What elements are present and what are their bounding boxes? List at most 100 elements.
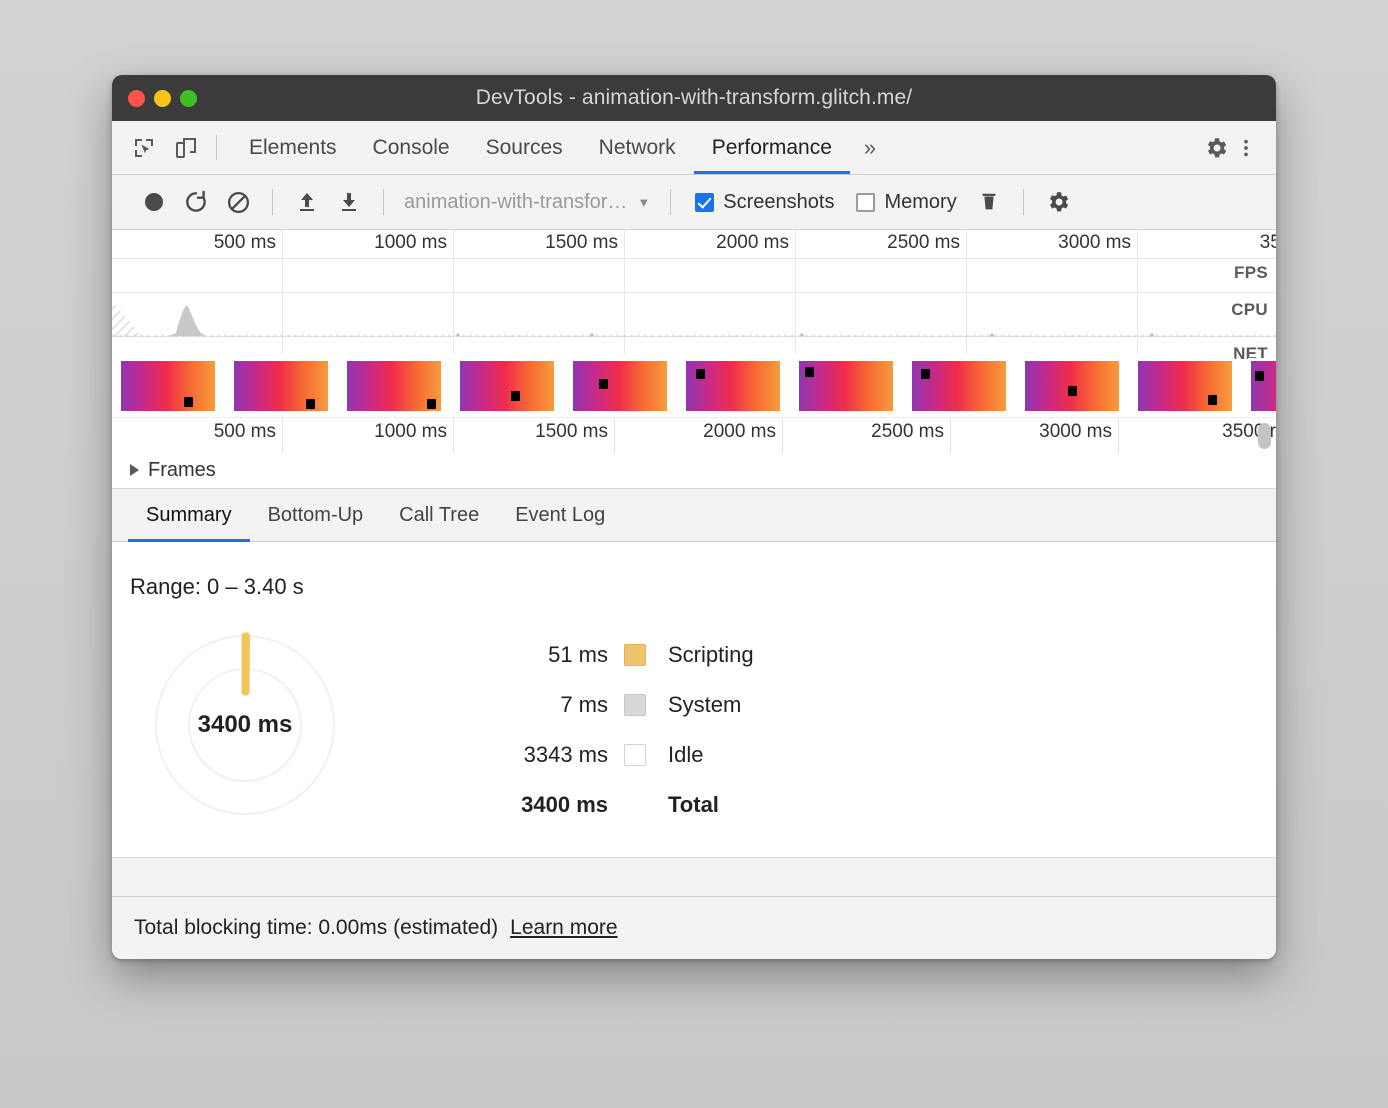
legend-swatch-idle: [624, 744, 646, 766]
summary-content: 3400 ms 51 ms Scripting 7 ms System 3343…: [112, 614, 1276, 836]
trash-icon[interactable]: [969, 182, 1009, 222]
legend-row-system[interactable]: 7 ms System: [468, 680, 754, 730]
frames-expander-icon[interactable]: [130, 464, 139, 476]
frames-track[interactable]: Frames: [112, 452, 1276, 489]
devtools-tabs: Elements Console Sources Network Perform…: [231, 121, 890, 174]
legend-row-idle[interactable]: 3343 ms Idle: [468, 730, 754, 780]
overview-tick-1500: 1500 ms: [545, 232, 624, 254]
minimize-window-button[interactable]: [154, 90, 171, 107]
tabbar-left-icons: [112, 121, 208, 174]
cpu-usage-graph: [112, 259, 1276, 355]
tab-elements[interactable]: Elements: [231, 121, 355, 174]
screenshots-checkbox[interactable]: Screenshots: [685, 191, 844, 214]
filmstrip-frame[interactable]: [231, 358, 331, 414]
footer-spacer: [112, 857, 1276, 896]
filmstrip-frame[interactable]: [796, 358, 896, 414]
more-tabs-chevron-icon[interactable]: »: [850, 121, 890, 174]
filmstrip-frame[interactable]: [683, 358, 783, 414]
memory-checkbox[interactable]: Memory: [846, 191, 966, 214]
tab-performance[interactable]: Performance: [694, 121, 850, 174]
tab-console[interactable]: Console: [355, 121, 468, 174]
legend-value-scripting: 51 ms: [468, 642, 624, 668]
zoom-window-button[interactable]: [180, 90, 197, 107]
summary-donut-chart[interactable]: 3400 ms: [134, 614, 356, 836]
overview-tick-3500: 3500: [1260, 232, 1276, 254]
summary-legend: 51 ms Scripting 7 ms System 3343 ms Idle…: [468, 630, 754, 830]
window-title: DevTools - animation-with-transform.glit…: [112, 86, 1276, 110]
ruler-tick-2500: 2500 ms: [871, 421, 950, 443]
save-profile-icon[interactable]: [329, 182, 369, 222]
timeline-ruler[interactable]: 500 ms 1000 ms 1500 ms 2000 ms 2500 ms 3…: [112, 418, 1276, 452]
toolbar-divider-1: [272, 189, 273, 215]
load-profile-icon[interactable]: [287, 182, 327, 222]
performance-toolbar: animation-with-transfor… ▼ Screenshots M…: [112, 175, 1276, 230]
status-bar: Total blocking time: 0.00ms (estimated) …: [112, 896, 1276, 959]
capture-settings-gear-icon[interactable]: [1038, 182, 1078, 222]
filmstrip-frame[interactable]: [909, 358, 1009, 414]
tab-call-tree[interactable]: Call Tree: [381, 489, 497, 541]
reload-and-record-button[interactable]: [176, 182, 216, 222]
devtools-tabbar: Elements Console Sources Network Perform…: [112, 121, 1276, 175]
tabbar-right-icons: [1183, 121, 1276, 174]
tab-event-log[interactable]: Event Log: [497, 489, 623, 541]
legend-swatch-system: [624, 694, 646, 716]
chevron-down-icon: ▼: [637, 195, 650, 210]
clear-recording-button[interactable]: [218, 182, 258, 222]
total-blocking-time-text: Total blocking time: 0.00ms (estimated): [134, 916, 498, 940]
overview-lanes: FPS CPU NET: [112, 259, 1276, 355]
inspect-element-icon[interactable]: [130, 134, 158, 162]
ruler-tick-2000: 2000 ms: [703, 421, 782, 443]
legend-swatch-total: [624, 794, 646, 816]
screenshots-label: Screenshots: [723, 191, 834, 214]
toolbar-divider-2: [383, 189, 384, 215]
legend-label-total: Total: [646, 792, 719, 818]
devtools-window: DevTools - animation-with-transform.glit…: [112, 75, 1276, 959]
legend-label-scripting: Scripting: [646, 642, 754, 668]
close-window-button[interactable]: [128, 90, 145, 107]
more-vertical-icon[interactable]: [1232, 134, 1260, 162]
tab-summary[interactable]: Summary: [128, 489, 250, 541]
tab-sources[interactable]: Sources: [468, 121, 581, 174]
tab-network[interactable]: Network: [581, 121, 694, 174]
range-label: Range: 0 – 3.40 s: [112, 542, 1276, 600]
legend-label-idle: Idle: [646, 742, 703, 768]
ruler-tick-1000: 1000 ms: [374, 421, 453, 443]
filmstrip-frame[interactable]: [457, 358, 557, 414]
timeline-overview[interactable]: 500 ms 1000 ms 1500 ms 2000 ms 2500 ms 3…: [112, 230, 1276, 355]
filmstrip-frame[interactable]: [1248, 358, 1276, 414]
window-titlebar: DevTools - animation-with-transform.glit…: [112, 75, 1276, 121]
ruler-tick-500: 500 ms: [214, 421, 282, 443]
filmstrip-frame[interactable]: [570, 358, 670, 414]
toolbar-divider-4: [1023, 189, 1024, 215]
legend-label-system: System: [646, 692, 741, 718]
overview-tick-2000: 2000 ms: [716, 232, 795, 254]
filmstrip-frame[interactable]: [118, 358, 218, 414]
legend-row-scripting[interactable]: 51 ms Scripting: [468, 630, 754, 680]
donut-center-label: 3400 ms: [134, 711, 356, 739]
ruler-tick-1500: 1500 ms: [535, 421, 614, 443]
tabbar-divider: [216, 135, 217, 160]
learn-more-link[interactable]: Learn more: [510, 916, 617, 940]
legend-value-total: 3400 ms: [468, 792, 624, 818]
frames-label: Frames: [148, 459, 216, 482]
legend-value-idle: 3343 ms: [468, 742, 624, 768]
legend-row-total: 3400 ms Total: [468, 780, 754, 830]
overview-tick-1000: 1000 ms: [374, 232, 453, 254]
settings-gear-icon[interactable]: [1202, 134, 1230, 162]
timeline-scrollbar-thumb[interactable]: [1258, 423, 1271, 449]
filmstrip[interactable]: [112, 355, 1276, 418]
filmstrip-frame[interactable]: [1022, 358, 1122, 414]
legend-value-system: 7 ms: [468, 692, 624, 718]
profile-select[interactable]: animation-with-transfor… ▼: [398, 191, 656, 214]
filmstrip-frame[interactable]: [344, 358, 444, 414]
ruler-tick-3000: 3000 ms: [1039, 421, 1118, 443]
filmstrip-frame[interactable]: [1135, 358, 1235, 414]
record-button[interactable]: [134, 182, 174, 222]
summary-panel: Range: 0 – 3.40 s 3400 ms 51 ms Scriptin…: [112, 542, 1276, 857]
detail-tabs: Summary Bottom-Up Call Tree Event Log: [112, 489, 1276, 542]
overview-tick-500: 500 ms: [214, 232, 282, 254]
device-toolbar-icon[interactable]: [172, 134, 200, 162]
profile-select-value: animation-with-transfor…: [404, 191, 627, 214]
tab-bottom-up[interactable]: Bottom-Up: [250, 489, 382, 541]
overview-tick-3000: 3000 ms: [1058, 232, 1137, 254]
